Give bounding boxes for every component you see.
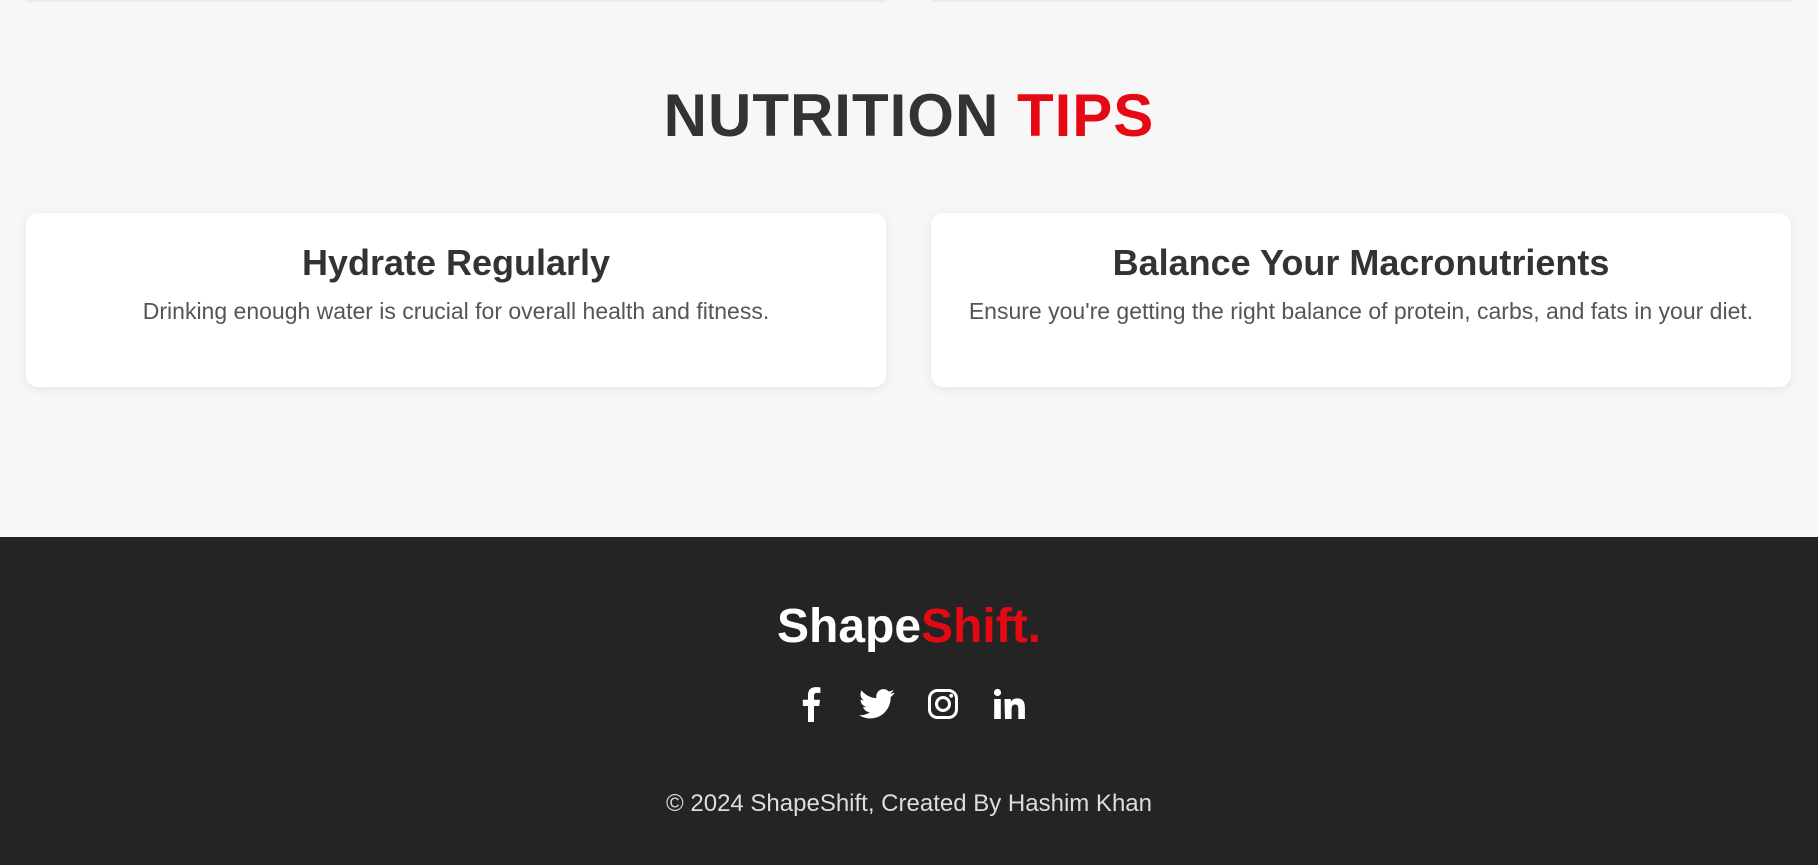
section-title: NUTRITION TIPS (0, 80, 1818, 152)
twitter-link[interactable] (859, 686, 895, 722)
card-text: Drinking enough water is crucial for ove… (142, 298, 770, 324)
card-text: Ensure you're getting the right balance … (968, 298, 1754, 324)
tip-card-hydrate: Hydrate Regularly Drinking enough water … (26, 213, 886, 387)
facebook-icon (802, 687, 821, 722)
divider-right (931, 0, 1791, 2)
social-links (790, 683, 1030, 725)
card-title: Balance Your Macronutrients (1112, 242, 1610, 283)
site-footer: ShapeShift. © 2024 ShapeShift, Created B… (0, 537, 1818, 865)
top-divider (0, 0, 1818, 4)
section-title-accent: TIPS (1016, 82, 1155, 149)
card-title: Hydrate Regularly (301, 242, 611, 283)
section-title-main: NUTRITION (663, 82, 1017, 149)
brand-main: Shape (776, 600, 922, 653)
divider-left (26, 0, 886, 2)
instagram-link[interactable] (925, 686, 961, 722)
instagram-icon (928, 689, 958, 719)
footer-brand-logo[interactable]: ShapeShift. (0, 599, 1818, 655)
linkedin-link[interactable] (991, 686, 1027, 722)
nutrition-tips-section: NUTRITION TIPS Hydrate Regularly Drinkin… (0, 0, 1818, 537)
facebook-link[interactable] (793, 686, 829, 722)
brand-accent: Shift. (921, 600, 1042, 653)
tip-card-macronutrients: Balance Your Macronutrients Ensure you'r… (931, 213, 1791, 387)
twitter-icon (859, 689, 895, 719)
copyright-text: © 2024 ShapeShift, Created By Hashim Kha… (666, 790, 1152, 817)
linkedin-icon (993, 688, 1025, 719)
